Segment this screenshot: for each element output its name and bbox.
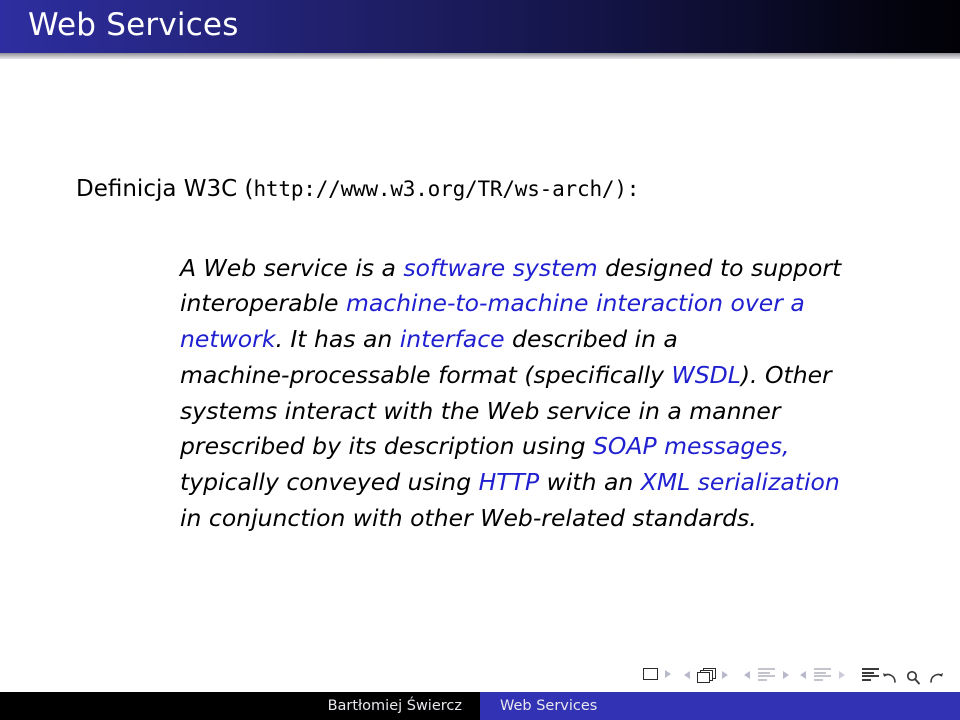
section-lines-icon[interactable]	[810, 668, 835, 681]
subsection-lines-icon[interactable]	[754, 668, 779, 681]
quote-keyword: HTTP	[478, 468, 540, 497]
w3c-definition-quote: A Web service is a software system desig…	[180, 251, 910, 537]
quote-text: ). Other	[740, 360, 832, 389]
quote-text: interoperable	[180, 289, 346, 318]
quote-text: systems interact with the Web service in…	[180, 396, 781, 425]
slide-rect-icon[interactable]	[640, 668, 661, 680]
quote-line: A Web service is a software system desig…	[180, 251, 910, 287]
quote-text: machine-processable format (specifically	[180, 360, 672, 389]
definition-suffix: ):	[614, 177, 640, 201]
slide-footer: Bartłomiej Świercz Web Services	[0, 692, 960, 720]
definition-label: Definicja W3C (	[76, 176, 254, 202]
quote-line: systems interact with the Web service in…	[180, 394, 910, 430]
quote-keyword: machine-to-machine interaction over a	[345, 289, 805, 318]
w3c-spec-url[interactable]: http://www.w3.org/TR/ws-arch/	[253, 177, 614, 201]
quote-line: in conjunction with other Web-related st…	[180, 501, 910, 537]
quote-line: typically conveyed using HTTP with an XM…	[180, 465, 910, 501]
nav-group-section	[796, 668, 849, 681]
quote-keyword: XML serialization	[640, 468, 840, 497]
next-triangle-icon[interactable]	[718, 671, 732, 679]
quote-line: prescribed by its description using SOAP…	[180, 429, 910, 465]
quote-text: prescribed by its description using	[180, 432, 593, 461]
search-icon[interactable]	[903, 668, 923, 688]
slide-title-bar: Web Services	[0, 0, 960, 53]
nav-group-slides	[640, 668, 675, 680]
nav-group-frames	[680, 668, 732, 683]
footer-subject: Web Services	[500, 698, 598, 714]
quote-keyword: network	[180, 325, 276, 354]
frames-stack-icon[interactable]	[694, 668, 718, 683]
page-title: Web Services	[28, 7, 239, 43]
next-triangle-icon[interactable]	[835, 670, 849, 679]
quote-text: in conjunction with other Web-related st…	[180, 504, 757, 533]
prev-triangle-icon[interactable]	[680, 671, 694, 679]
beamer-mini-navigation	[0, 664, 960, 692]
forward-arrow-icon[interactable]	[926, 668, 946, 688]
next-triangle-icon[interactable]	[661, 670, 675, 678]
quote-keyword: SOAP messages,	[592, 432, 790, 461]
prev-triangle-icon[interactable]	[740, 670, 754, 679]
quote-text: A Web service is a	[180, 253, 404, 282]
footer-author: Bartłomiej Świercz	[327, 698, 462, 714]
quote-line: network. It has an interface described i…	[180, 322, 910, 358]
quote-keyword: WSDL	[671, 360, 741, 389]
quote-keyword: software system	[403, 253, 598, 282]
slide-content: Definicja W3C (http://www.w3.org/TR/ws-a…	[0, 59, 960, 659]
definition-heading: Definicja W3C (http://www.w3.org/TR/ws-a…	[76, 176, 640, 202]
footer-subject-section: Web Services	[480, 692, 960, 720]
next-triangle-icon[interactable]	[779, 670, 793, 679]
quote-text: designed to support	[597, 253, 842, 282]
quote-text: with an	[539, 468, 641, 497]
quote-text: typically conveyed using	[180, 468, 479, 497]
nav-group-subsection	[740, 668, 793, 681]
quote-line: interoperable machine-to-machine interac…	[180, 286, 910, 322]
quote-text: described in a	[504, 325, 678, 354]
nav-controls	[880, 668, 946, 688]
quote-keyword: interface	[399, 325, 505, 354]
footer-author-section: Bartłomiej Świercz	[0, 692, 480, 720]
quote-text: . It has an	[275, 325, 400, 354]
quote-line: machine-processable format (specifically…	[180, 358, 910, 394]
back-arrow-icon[interactable]	[880, 668, 900, 688]
prev-triangle-icon[interactable]	[796, 670, 810, 679]
